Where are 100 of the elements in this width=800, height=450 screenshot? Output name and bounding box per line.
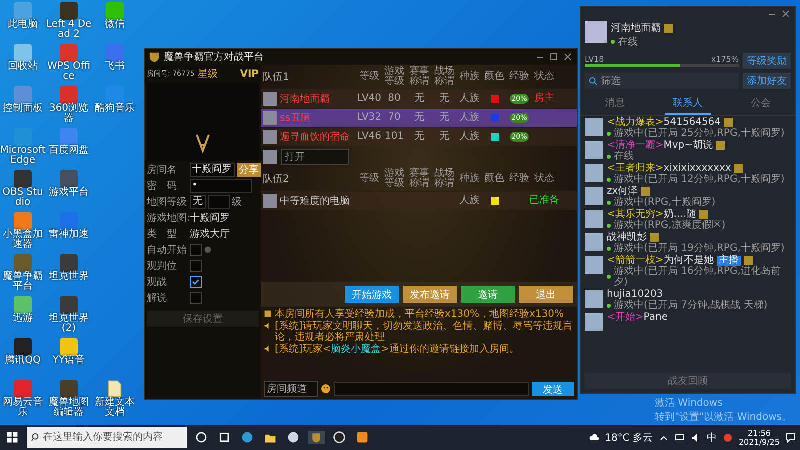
level-field[interactable] — [208, 195, 230, 209]
contact-name: <箭箭一枝>为何不是她 — [607, 255, 714, 266]
option-label: 观判位 — [147, 260, 178, 273]
app-icon[interactable] — [60, 128, 78, 146]
column-header: 赛事称谓 — [408, 169, 430, 189]
action-button[interactable]: 开始游戏 — [345, 286, 399, 303]
record-icon[interactable] — [331, 431, 348, 444]
table-cell: LV32 — [357, 113, 382, 123]
footer-button[interactable]: 战友回顾 — [585, 373, 791, 389]
notification-icon[interactable] — [786, 432, 796, 442]
checkbox[interactable] — [190, 276, 202, 288]
avatar — [585, 187, 603, 205]
network-icon[interactable] — [674, 432, 685, 442]
app-icon[interactable] — [14, 338, 32, 356]
close-icon[interactable] — [563, 52, 573, 62]
checkbox[interactable] — [190, 292, 202, 304]
desktop-icon-label: 控制面板 — [2, 104, 44, 114]
tab[interactable]: 公会 — [743, 94, 779, 115]
bonus-icon — [264, 310, 272, 318]
close-icon[interactable] — [781, 9, 791, 19]
player-row[interactable]: 中等难度的电脑 人族 已准备 — [261, 192, 577, 210]
send-button[interactable]: 发送 — [532, 382, 574, 396]
help-icon[interactable] — [204, 246, 212, 254]
star-label: 星级 — [198, 68, 218, 81]
column-header: 经验 — [508, 174, 530, 184]
activation-hint: 转到"设置"以激活 Windows。 — [654, 410, 792, 424]
maximize-icon[interactable] — [549, 52, 559, 62]
ime-indicator[interactable]: 中 — [706, 430, 717, 444]
online-dot — [607, 246, 611, 250]
table-cell: LV40 — [357, 94, 382, 104]
online-dot — [607, 200, 611, 204]
vip-label: VIP — [240, 68, 259, 80]
avatar — [263, 130, 277, 144]
search-field[interactable]: 筛选 — [585, 73, 739, 89]
share-button[interactable]: 分享 — [237, 163, 261, 177]
contact-name: <清净一霸>Mvp~胡说 — [607, 140, 714, 151]
app-icon[interactable] — [60, 2, 78, 20]
app-icon[interactable] — [60, 254, 78, 272]
player-name: 河南地面霸 — [280, 92, 330, 106]
speaker-icon — [264, 345, 272, 353]
avatar — [263, 92, 277, 106]
desktop-icon-label: YY语音 — [52, 356, 86, 366]
clock[interactable]: 21:56 2021/9/25 — [738, 428, 780, 446]
avatar — [585, 141, 603, 159]
weather-text[interactable]: 18°C 多云 — [605, 430, 653, 444]
contact-name: hujia10203 — [607, 289, 664, 300]
desktop-icon-label: 回收站 — [7, 62, 39, 72]
column-header: 状态 — [534, 174, 556, 184]
online-dot — [611, 40, 615, 44]
contact-name: 战神凯彭 — [607, 232, 647, 243]
checkbox[interactable] — [190, 244, 202, 256]
contact-status: 游戏中(RPG,凉爽度假区) — [614, 220, 726, 231]
password-field[interactable]: • — [190, 179, 252, 193]
field-label: 地图等级 — [147, 196, 188, 209]
column-header: 战场称谓 — [434, 67, 456, 87]
save-settings-button[interactable]: 保存设置 — [147, 311, 259, 327]
checkbox[interactable] — [190, 260, 202, 272]
tab[interactable]: 联系人 — [665, 94, 711, 115]
action-button[interactable]: 邀请 — [461, 286, 515, 303]
channel-select[interactable]: 房间频道 — [264, 381, 318, 397]
column-header: 种族 — [458, 72, 480, 82]
desktop-icon-label: 迅游 — [12, 314, 34, 324]
add-friend-button[interactable]: 添加好友 — [743, 73, 791, 89]
cloud-icon — [589, 432, 600, 442]
option-label: 自动开始 — [147, 244, 188, 257]
map-level-select[interactable]: 无 — [190, 195, 206, 209]
taskbar-search-field[interactable]: 在这里输入你要搜索的内容 — [27, 427, 187, 448]
desktop-icon-label: 魔兽地图编辑器 — [48, 398, 90, 418]
bonus-label: x175% — [711, 55, 739, 64]
desktop-icon-label: 新建文本文档 — [94, 398, 136, 418]
table-cell-text: 无 — [414, 94, 426, 104]
app-icon[interactable] — [60, 170, 78, 188]
column-header: 等级 — [358, 174, 380, 184]
desktop-icon-label: 微信 — [104, 20, 126, 30]
room-name-field[interactable]: 十殿阎罗 — [190, 163, 235, 177]
app-tray-icon[interactable] — [722, 432, 733, 442]
table-cell-text: 人族 — [458, 196, 480, 206]
desktop-icon-label: 此电脑 — [7, 20, 39, 30]
chat-message: 本房间所有人享受经验加成，平台经验x130%，地图经验x130% — [275, 309, 564, 320]
level-reward-button[interactable]: 等级奖励 — [743, 53, 791, 69]
column-header: 颜色 — [484, 72, 506, 82]
contact-name: zx何泽 — [607, 186, 638, 197]
table-cell-text: 人族 — [458, 132, 480, 142]
game-icon[interactable] — [308, 431, 325, 444]
field-label: 房间名 — [147, 164, 178, 177]
column-header: 游戏等级 — [384, 169, 406, 189]
app-icon[interactable] — [60, 296, 78, 314]
column-header: 战场称谓 — [434, 169, 456, 189]
file-icon[interactable] — [108, 380, 122, 398]
slot-select[interactable]: 打开 — [281, 149, 349, 165]
emoji-icon[interactable] — [321, 384, 331, 394]
tab[interactable]: 消息 — [597, 94, 633, 115]
column-header: 赛事称谓 — [408, 67, 430, 87]
avatar — [585, 210, 603, 228]
app-icon[interactable] — [14, 380, 32, 398]
app-icon[interactable] — [14, 170, 32, 188]
chat-input-field[interactable] — [334, 382, 529, 396]
column-header: 状态 — [534, 72, 556, 82]
option-label: 观战 — [147, 276, 168, 289]
online-status[interactable]: 在线 — [618, 35, 638, 49]
